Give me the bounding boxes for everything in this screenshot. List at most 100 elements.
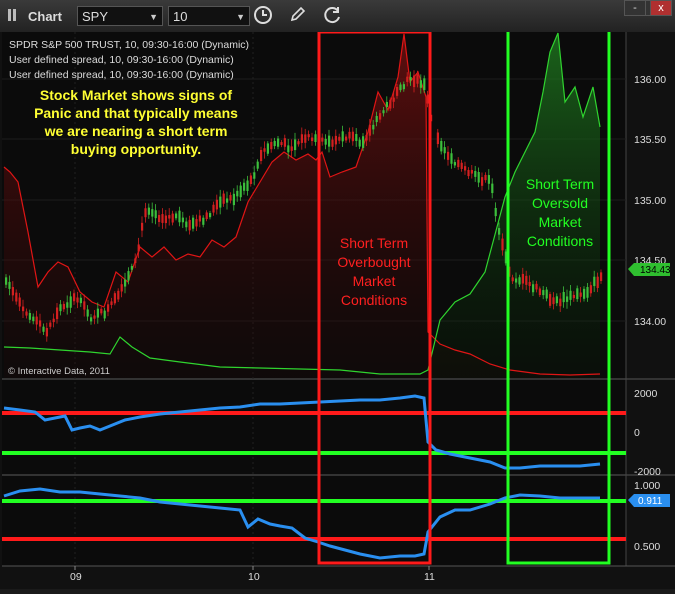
candle-body <box>321 137 324 142</box>
candle-body <box>355 134 358 141</box>
candle-body <box>8 281 11 289</box>
candle-body <box>137 244 140 252</box>
candle-body <box>419 80 422 88</box>
candle-body <box>280 142 283 146</box>
candle-body <box>232 193 235 206</box>
candle-body <box>406 76 409 82</box>
candle-body <box>372 124 375 130</box>
stock-chart[interactable]: SPDR S&P 500 TRUST, 10, 09:30-16:00 (Dyn… <box>0 27 675 589</box>
candle-body <box>15 292 18 302</box>
candle-body <box>35 316 38 325</box>
candle-body <box>222 193 225 204</box>
candle-body <box>28 313 31 320</box>
candle-body <box>96 308 99 318</box>
panic-line-4: buying opportunity. <box>71 141 201 157</box>
time-tick: 10 <box>248 571 260 583</box>
overbought-line-3: Market <box>353 273 396 289</box>
current-price-value: 134.43 <box>640 265 671 276</box>
current-ratio-marker: 0.911 <box>628 494 670 507</box>
candle-body <box>511 277 514 282</box>
candle-body <box>59 304 62 312</box>
candle-body <box>426 94 429 104</box>
candle-body <box>566 296 569 302</box>
ratio-tick: 0.500 <box>634 541 660 553</box>
candle-body <box>290 146 293 151</box>
candle-body <box>487 175 490 184</box>
candle-body <box>572 294 575 299</box>
candle-body <box>545 289 548 299</box>
candle-body <box>198 215 201 222</box>
candle-body <box>130 266 133 270</box>
candle-body <box>396 86 399 96</box>
candle-body <box>127 271 130 281</box>
candle-body <box>416 74 419 84</box>
candle-body <box>382 110 385 114</box>
candle-body <box>100 308 103 314</box>
current-ratio-value: 0.911 <box>638 496 663 507</box>
candle-body <box>83 301 86 310</box>
candle-body <box>385 101 388 108</box>
minimize-button[interactable]: - <box>624 0 646 16</box>
close-button[interactable]: x <box>650 0 672 16</box>
candle-body <box>158 215 161 222</box>
candle-body <box>49 322 52 327</box>
candle-body <box>171 213 174 223</box>
panic-line-2: Panic and that typically means <box>34 105 238 121</box>
candle-body <box>464 166 467 171</box>
candle-body <box>90 317 93 322</box>
candle-body <box>600 272 603 281</box>
candle-body <box>154 210 157 219</box>
symbol-select[interactable]: SPY ▼ <box>77 6 163 26</box>
candle-body <box>457 159 460 168</box>
candle-body <box>181 217 184 223</box>
candle-body <box>311 137 314 142</box>
candle-body <box>76 297 79 303</box>
period-value: 10 <box>173 9 188 24</box>
candle-body <box>389 99 392 109</box>
candle-body <box>144 208 147 218</box>
candle-body <box>287 145 290 153</box>
pencil-icon[interactable] <box>287 5 309 27</box>
legend-line-3: User defined spread, 10, 09:30-16:00 (Dy… <box>9 69 234 81</box>
candle-body <box>236 190 239 197</box>
candle-body <box>124 279 127 287</box>
candle-body <box>66 302 69 308</box>
candle-body <box>45 328 48 337</box>
candle-body <box>178 210 181 223</box>
candle-body <box>226 198 229 203</box>
candle-body <box>562 291 565 303</box>
candle-body <box>18 297 21 307</box>
candle-body <box>334 135 337 145</box>
candle-body <box>341 131 344 142</box>
candle-body <box>365 134 368 141</box>
candle-body <box>569 290 572 300</box>
clock-icon[interactable] <box>252 5 274 27</box>
candle-body <box>559 298 562 307</box>
refresh-icon[interactable] <box>322 5 344 27</box>
candle-body <box>307 134 310 138</box>
candle-body <box>164 215 167 224</box>
candle-body <box>413 75 416 88</box>
candle-body <box>494 207 497 217</box>
ratio-pane <box>2 476 626 566</box>
candle-body <box>518 277 521 285</box>
candle-body <box>535 283 538 290</box>
candle-body <box>331 139 334 147</box>
price-tick: 136.00 <box>634 74 666 86</box>
candle-body <box>314 134 317 143</box>
candle-body <box>328 135 331 147</box>
candle-body <box>542 290 545 296</box>
candle-body <box>379 113 382 120</box>
current-price-marker: 134.43 <box>628 263 671 276</box>
period-select[interactable]: 10 ▼ <box>168 6 250 26</box>
candle-body <box>368 124 371 136</box>
overbought-line-4: Conditions <box>341 292 407 308</box>
candle-body <box>498 228 501 235</box>
candle-body <box>86 309 89 317</box>
candle-body <box>338 136 341 141</box>
time-tick: 11 <box>424 571 435 583</box>
chevron-down-icon: ▼ <box>149 12 158 22</box>
candle-body <box>583 288 586 299</box>
chart-window-icon <box>8 8 22 22</box>
candle-body <box>42 326 45 332</box>
